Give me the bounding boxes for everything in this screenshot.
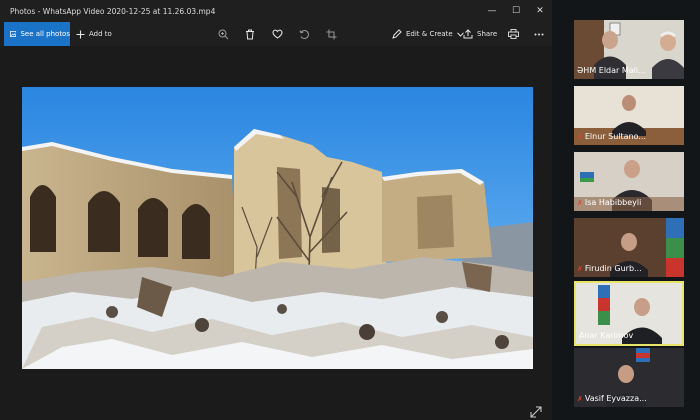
- participant-name-row: ƏHM Eldar Məli...: [574, 65, 684, 77]
- close-button[interactable]: ✕: [528, 0, 552, 22]
- muted-mic-icon: ✗: [577, 265, 583, 273]
- participant-tile[interactable]: ✗ Isa Habibbeyli: [574, 152, 684, 211]
- desktop: Photos - WhatsApp Video 2020-12-25 at 11…: [0, 0, 700, 420]
- more-actions: [507, 22, 545, 46]
- more-button[interactable]: [533, 28, 545, 40]
- participants-panel: ƏHM Eldar Məli... ✗ Elnur Sultano... ✗ I…: [552, 0, 700, 420]
- share-label: Share: [477, 30, 498, 38]
- window-title: Photos - WhatsApp Video 2020-12-25 at 11…: [10, 6, 216, 16]
- participant-tile[interactable]: ✗ Firudin Gurb...: [574, 218, 684, 277]
- print-button[interactable]: [507, 28, 519, 40]
- crop-icon: [326, 29, 336, 39]
- participant-name-row: Anar Karimov: [576, 330, 682, 342]
- photos-window: Photos - WhatsApp Video 2020-12-25 at 11…: [0, 0, 552, 420]
- participant-tile[interactable]: ✗ Elnur Sultano...: [574, 86, 684, 145]
- edit-create-button[interactable]: Edit & Create: [392, 22, 464, 46]
- delete-icon: [246, 29, 254, 39]
- participant-name: Anar Karimov: [579, 331, 634, 340]
- participant-name: Elnur Sultano...: [584, 132, 646, 141]
- participant-name: Firudin Gurb...: [584, 264, 642, 273]
- participant-tile[interactable]: ✗ Vasif Eyvazza...: [574, 348, 684, 407]
- minimize-button[interactable]: —: [480, 0, 504, 22]
- see-all-photos-label: See all photos: [20, 30, 70, 38]
- add-to-label: Add to: [89, 30, 112, 38]
- ruins-photo[interactable]: [22, 87, 533, 369]
- delete-button[interactable]: [243, 27, 257, 41]
- participant-tile[interactable]: ƏHM Eldar Məli...: [574, 20, 684, 79]
- plus-icon: [76, 30, 85, 38]
- participant-name-row: ✗ Vasif Eyvazza...: [574, 393, 684, 405]
- edit-create-label: Edit & Create: [406, 30, 453, 38]
- gallery-icon: [10, 31, 17, 37]
- favorite-button[interactable]: [270, 27, 284, 41]
- participant-name-row: ✗ Firudin Gurb...: [574, 263, 684, 275]
- heart-icon: [272, 29, 282, 39]
- participant-name: Isa Habibbeyli: [584, 198, 642, 207]
- see-all-photos-button[interactable]: See all photos: [4, 22, 70, 46]
- rotate-button[interactable]: [297, 27, 311, 41]
- share-icon: [463, 29, 473, 39]
- add-to-button[interactable]: Add to: [76, 22, 112, 46]
- participant-name: Vasif Eyvazza...: [584, 394, 647, 403]
- participant-name-row: ✗ Elnur Sultano...: [574, 131, 684, 143]
- participant-name: ƏHM Eldar Məli...: [577, 66, 646, 75]
- photo-viewer: [0, 46, 552, 420]
- tool-icons: [216, 22, 338, 46]
- rotate-icon: [299, 29, 309, 39]
- muted-mic-icon: ✗: [577, 199, 583, 207]
- title-bar: Photos - WhatsApp Video 2020-12-25 at 11…: [0, 0, 552, 22]
- toolbar: See all photos Add to Edit & Create Shar…: [0, 22, 552, 46]
- more-icon: [534, 33, 544, 35]
- muted-mic-icon: ✗: [577, 133, 583, 141]
- zoom-button[interactable]: [216, 27, 230, 41]
- print-icon: [507, 29, 519, 39]
- expand-icon[interactable]: [530, 406, 542, 418]
- window-controls: — ☐ ✕: [480, 0, 552, 22]
- zoom-icon: [218, 29, 228, 39]
- edit-icon: [392, 29, 402, 39]
- crop-button[interactable]: [324, 27, 338, 41]
- ruins-scene: [22, 87, 533, 369]
- muted-mic-icon: ✗: [577, 395, 583, 403]
- maximize-button[interactable]: ☐: [504, 0, 528, 22]
- participant-name-row: ✗ Isa Habibbeyli: [574, 197, 684, 209]
- share-button[interactable]: Share: [463, 22, 497, 46]
- participant-tile-active-speaker[interactable]: Anar Karimov: [574, 281, 684, 346]
